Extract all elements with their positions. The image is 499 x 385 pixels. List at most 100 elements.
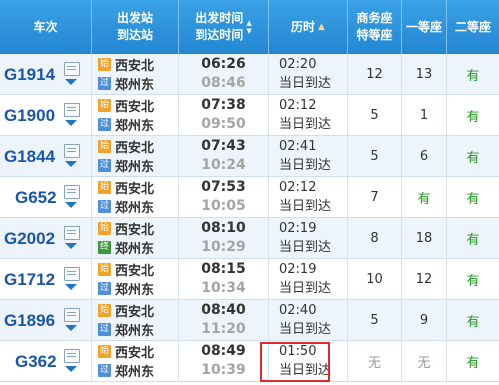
start-station-badge: 始 [98,345,111,358]
departure-station: 西安北 [115,264,155,279]
first-class-seat-count[interactable]: 无 [402,341,447,381]
expand-down-icon[interactable] [65,161,77,167]
arrival-time: 10:05 [201,198,246,214]
train-number-link[interactable]: G2002 [4,229,55,249]
business-seat-count[interactable]: 5 [348,136,402,176]
second-class-seat-count[interactable]: 有 [447,95,499,135]
start-station-badge: 始 [98,304,111,317]
train-info-icon[interactable] [64,144,80,158]
business-seat-count[interactable]: 10 [348,259,402,299]
departure-station: 西安北 [115,305,155,320]
train-number-cell: G1712 [0,259,92,299]
first-class-seat-count[interactable]: 13 [402,54,447,94]
first-class-seat-count[interactable]: 18 [402,218,447,258]
train-number-link[interactable]: G1896 [4,311,55,331]
table-row: G1896 始西安北过郑州东 08:40 11:20 02:40 当日到达 5 9 有 [0,300,499,341]
departure-time: 08:15 [201,261,246,277]
train-info-icon[interactable] [64,103,80,117]
arrival-station: 郑州东 [115,201,155,216]
station-type-badge: 过 [98,159,111,172]
expand-down-icon[interactable] [65,325,77,331]
train-number-cell: G1844 [0,136,92,176]
second-class-seat-count[interactable]: 有 [447,177,499,217]
departure-time: 06:26 [201,56,246,72]
arrival-station: 郑州东 [115,78,155,93]
business-seat-count[interactable]: 无 [348,341,402,381]
station-type-badge: 终 [98,241,111,254]
table-row: G1712 始西安北过郑州东 08:15 10:34 02:19 当日到达 10 12 有 [0,259,499,300]
train-info-icon[interactable] [64,62,80,76]
station-type-badge: 过 [98,200,111,213]
first-class-seat-count[interactable]: 12 [402,259,447,299]
arrival-note: 当日到达 [279,240,332,255]
arrival-note: 当日到达 [279,322,332,337]
business-seat-count[interactable]: 12 [348,54,402,94]
train-info-icon[interactable] [64,185,80,199]
train-info-icon[interactable] [64,226,80,240]
train-number-cell: G1896 [0,300,92,340]
second-class-seat-count[interactable]: 有 [447,136,499,176]
train-number-link[interactable]: G1844 [4,147,55,167]
stations-cell: 始西安北过郑州东 [92,341,179,381]
header-stations: 出发站 到达站 [92,0,179,54]
arrival-note: 当日到达 [279,76,332,91]
first-class-seat-count[interactable]: 6 [402,136,447,176]
expand-down-icon[interactable] [65,366,77,372]
duration-cell: 02:19 当日到达 [269,259,348,299]
duration-cell: 02:12 当日到达 [269,177,348,217]
header-train-no: 车次 [0,0,92,54]
expand-down-icon[interactable] [65,120,77,126]
train-number-link[interactable]: G362 [15,352,57,372]
business-seat-count[interactable]: 8 [348,218,402,258]
arrival-station: 郑州东 [115,160,155,175]
business-seat-count[interactable]: 7 [348,177,402,217]
start-station-badge: 始 [98,263,111,276]
header-arr-station: 到达站 [116,28,153,42]
header-business-1: 商务座 [356,11,393,25]
header-dep-station: 出发站 [116,11,153,25]
station-type-badge: 过 [98,364,111,377]
arrival-time: 09:50 [201,116,246,132]
second-class-seat-count[interactable]: 有 [447,300,499,340]
header-times-sort[interactable]: 出发时间 到达时间 ▲ ▼ [179,0,269,54]
table-row: G652 始西安北过郑州东 07:53 10:05 02:12 当日到达 7 有有 [0,177,499,218]
business-seat-count[interactable]: 5 [348,95,402,135]
train-number-link[interactable]: G1712 [4,270,55,290]
departure-time: 08:40 [201,302,246,318]
second-class-seat-count[interactable]: 有 [447,54,499,94]
departure-station: 西安北 [115,223,155,238]
second-class-seat-count[interactable]: 有 [447,341,499,381]
duration-cell: 02:19 当日到达 [269,218,348,258]
train-info-icon[interactable] [64,267,80,281]
first-class-seat-count[interactable]: 9 [402,300,447,340]
start-station-badge: 始 [98,58,111,71]
expand-down-icon[interactable] [65,202,77,208]
train-info-icon[interactable] [64,308,80,322]
header-dep-time: 出发时间 [195,11,244,25]
arrival-station: 郑州东 [115,242,155,257]
arrival-time: 10:39 [201,362,246,378]
expand-down-icon[interactable] [65,79,77,85]
train-info-icon[interactable] [64,349,80,363]
train-number-cell: G362 [0,341,92,381]
departure-time: 07:53 [201,179,246,195]
second-class-seat-count[interactable]: 有 [447,259,499,299]
stations-cell: 始西安北终郑州东 [92,218,179,258]
train-number-link[interactable]: G652 [15,188,57,208]
sort-updown-icon: ▲ ▼ [246,19,252,35]
expand-down-icon[interactable] [65,284,77,290]
header-duration-sort[interactable]: 历时 ▲ [269,0,348,54]
train-number-link[interactable]: G1900 [4,106,55,126]
duration-value: 02:12 [279,98,317,113]
stations-cell: 始西安北过郑州东 [92,136,179,176]
stations-cell: 始西安北过郑州东 [92,259,179,299]
business-seat-count[interactable]: 5 [348,300,402,340]
first-class-seat-count[interactable]: 1 [402,95,447,135]
duration-value: 02:20 [279,57,317,72]
header-times-labels: 出发时间 到达时间 [195,10,243,44]
departure-time: 08:10 [201,220,246,236]
train-number-link[interactable]: G1914 [4,65,55,85]
expand-down-icon[interactable] [65,243,77,249]
first-class-seat-count[interactable]: 有 [402,177,447,217]
second-class-seat-count[interactable]: 有 [447,218,499,258]
